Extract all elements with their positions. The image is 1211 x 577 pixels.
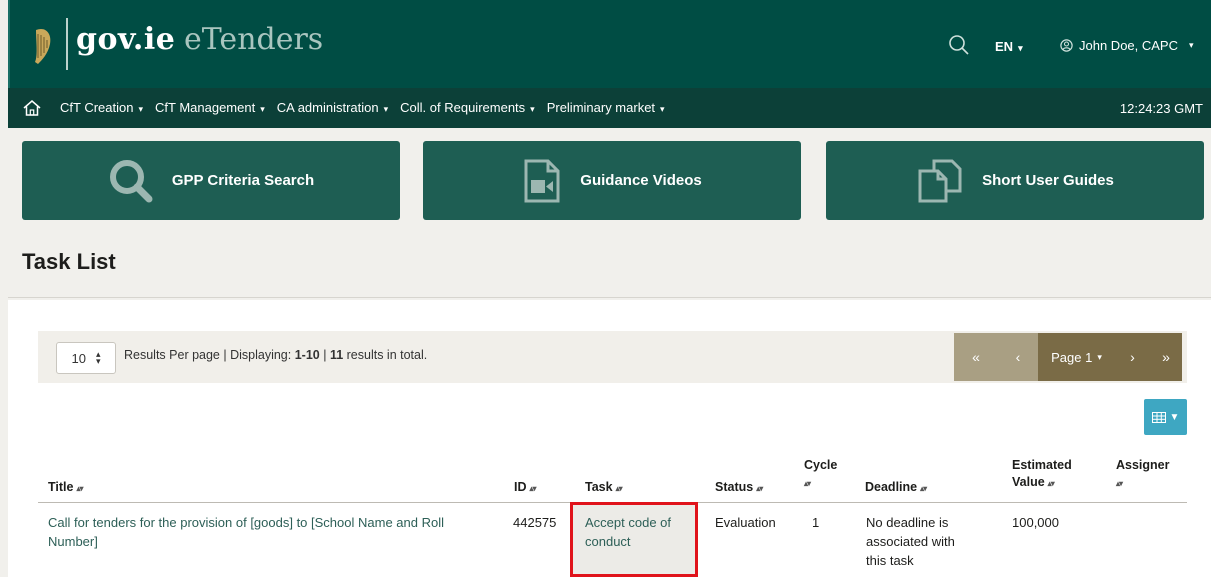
sort-icon: ▴▾ xyxy=(529,484,537,493)
deadline-line: associated with xyxy=(866,534,955,549)
header-label: Cycle xyxy=(804,458,838,472)
chevron-down-icon: ▾ xyxy=(138,104,143,114)
deadline-line: this task xyxy=(866,553,914,568)
nav-item-cft-creation[interactable]: CfT Creation ▾ xyxy=(60,100,143,115)
search-icon[interactable] xyxy=(948,34,970,56)
sort-icon: ▴▾ xyxy=(756,484,763,493)
chevron-down-icon: ▾ xyxy=(383,104,389,114)
chevron-down-icon: ▾ xyxy=(260,104,265,114)
header-label: Value xyxy=(1012,475,1045,489)
chevron-down-icon: ▾ xyxy=(530,104,535,114)
chevron-down-icon: ▾ xyxy=(660,104,665,114)
column-header-cycle[interactable]: Cycle ▴▾ xyxy=(804,457,837,492)
page-selector[interactable]: Page 1 ▾ xyxy=(1038,333,1115,381)
sort-icon: ▴▾ xyxy=(804,479,811,488)
column-header-id[interactable]: ID ▴▾ xyxy=(514,479,537,497)
main-navigation: CfT Creation ▾ CfT Management ▾ CA adminis… xyxy=(8,88,1211,128)
documents-icon xyxy=(918,159,962,202)
nav-item-label: Coll. of Requirements xyxy=(400,100,526,115)
sort-icon: ▴▾ xyxy=(1047,479,1055,488)
nav-item-label: CfT Creation xyxy=(60,100,134,115)
table-cell-cycle: 1 xyxy=(812,515,820,530)
chevron-down-icon: ▾ xyxy=(1097,351,1102,362)
table-cell-deadline: No deadline is associated with this task xyxy=(866,513,955,570)
table-row-title-link[interactable]: Call for tenders for the provision of [g… xyxy=(48,513,498,551)
tile-label: GPP Criteria Search xyxy=(171,172,315,189)
header-label: Title xyxy=(48,480,74,494)
table-cell-estimated-value: 100,000 xyxy=(1012,515,1059,530)
sort-icon: ▴▾ xyxy=(1116,479,1123,488)
select-arrows-icon: ▴ ▾ xyxy=(95,349,101,366)
table-cell-id: 442575 xyxy=(513,515,557,530)
page-label: Page 1 xyxy=(1051,349,1093,365)
nav-item-ca-administration[interactable]: CA administration ▾ xyxy=(277,100,388,115)
header-label: Status xyxy=(715,480,754,494)
server-clock: 12:24:23 GMT xyxy=(1119,101,1203,116)
tile-label: Guidance Videos xyxy=(580,172,702,189)
nav-item-label: CA administration xyxy=(276,100,379,115)
etenders-logo[interactable]: eTenders xyxy=(184,22,323,57)
harp-logo-icon xyxy=(35,28,51,64)
tile-label: Short User Guides xyxy=(982,172,1114,189)
title-line: Call for tenders for the provision of [g… xyxy=(48,515,444,530)
home-icon[interactable] xyxy=(22,98,42,118)
search-icon xyxy=(109,159,153,202)
column-header-status[interactable]: Status ▴▾ xyxy=(715,479,763,497)
gov-ie-logo[interactable]: gov.ie xyxy=(76,22,175,57)
header-label: Task xyxy=(585,480,613,494)
chevron-down-icon: ▼ xyxy=(1169,411,1180,423)
nav-item-preliminary-market[interactable]: Preliminary market ▾ xyxy=(547,100,665,115)
user-menu[interactable]: John Doe, CAPC ▾ xyxy=(1060,38,1194,53)
divider xyxy=(8,297,1211,298)
nav-item-coll-of-requirements[interactable]: Coll. of Requirements ▾ xyxy=(400,100,535,115)
user-name: John Doe, CAPC xyxy=(1079,38,1178,53)
page-title: Task List xyxy=(22,249,116,274)
language-label: EN xyxy=(995,39,1014,54)
video-file-icon xyxy=(524,159,560,202)
sort-icon: ▴▾ xyxy=(615,484,623,493)
short-user-guides-tile[interactable]: Short User Guides xyxy=(826,141,1204,220)
results-per-page-select[interactable]: 10 ▴ ▾ xyxy=(56,342,116,374)
deadline-line: No deadline is xyxy=(866,515,949,530)
results-suffix: results in total. xyxy=(343,348,428,362)
nav-item-cft-management[interactable]: CfT Management ▾ xyxy=(155,100,265,115)
gpp-criteria-search-tile[interactable]: GPP Criteria Search xyxy=(22,141,400,220)
table-cell-status: Evaluation xyxy=(715,515,776,530)
chevron-down-icon: ▾ xyxy=(1018,43,1023,53)
column-chooser-button[interactable]: ▼ xyxy=(1144,399,1187,435)
per-page-value: 10 xyxy=(71,350,86,366)
header-label: Deadline xyxy=(865,480,918,494)
previous-page-button[interactable]: ‹ xyxy=(998,333,1038,381)
column-header-title[interactable]: Title ▴▾ xyxy=(48,479,84,497)
chevron-down-icon: ▾ xyxy=(1189,40,1194,50)
results-separator: | xyxy=(319,348,330,362)
header-label: Estimated xyxy=(1012,458,1072,472)
results-prefix: Results Per page | Displaying: xyxy=(124,348,295,362)
header-label: ID xyxy=(514,480,527,494)
last-page-button[interactable]: » xyxy=(1150,333,1182,381)
title-line: Number] xyxy=(48,534,98,549)
column-header-task[interactable]: Task ▴▾ xyxy=(585,479,623,497)
sort-icon: ▴▾ xyxy=(920,484,927,493)
table-grid-icon xyxy=(1151,411,1166,423)
nav-item-label: CfT Management xyxy=(155,100,256,115)
guidance-videos-tile[interactable]: Guidance Videos xyxy=(423,141,801,220)
results-range: 1-10 xyxy=(294,348,320,362)
results-summary: Results Per page | Displaying: 1-10 | 11… xyxy=(124,348,427,362)
pagination: « ‹ Page 1 ▾ › » xyxy=(954,333,1182,381)
results-total: 11 xyxy=(329,348,344,362)
column-header-estimated-value[interactable]: Estimated Value ▴▾ xyxy=(1012,457,1072,492)
user-icon xyxy=(1060,39,1073,52)
column-header-deadline[interactable]: Deadline ▴▾ xyxy=(865,479,927,497)
top-header: gov.ie eTenders EN ▾ John Doe, CAPC ▾ xyxy=(8,0,1211,88)
sort-icon: ▴▾ xyxy=(76,484,83,493)
language-selector[interactable]: EN ▾ xyxy=(995,39,1023,54)
column-header-assigner[interactable]: Assigner ▴▾ xyxy=(1116,457,1170,492)
next-page-button[interactable]: › xyxy=(1115,333,1150,381)
header-label: Assigner xyxy=(1116,458,1170,472)
highlight-box xyxy=(570,502,698,577)
first-page-button[interactable]: « xyxy=(954,333,998,381)
nav-item-label: Preliminary market xyxy=(546,100,656,115)
logo-divider xyxy=(66,18,68,70)
